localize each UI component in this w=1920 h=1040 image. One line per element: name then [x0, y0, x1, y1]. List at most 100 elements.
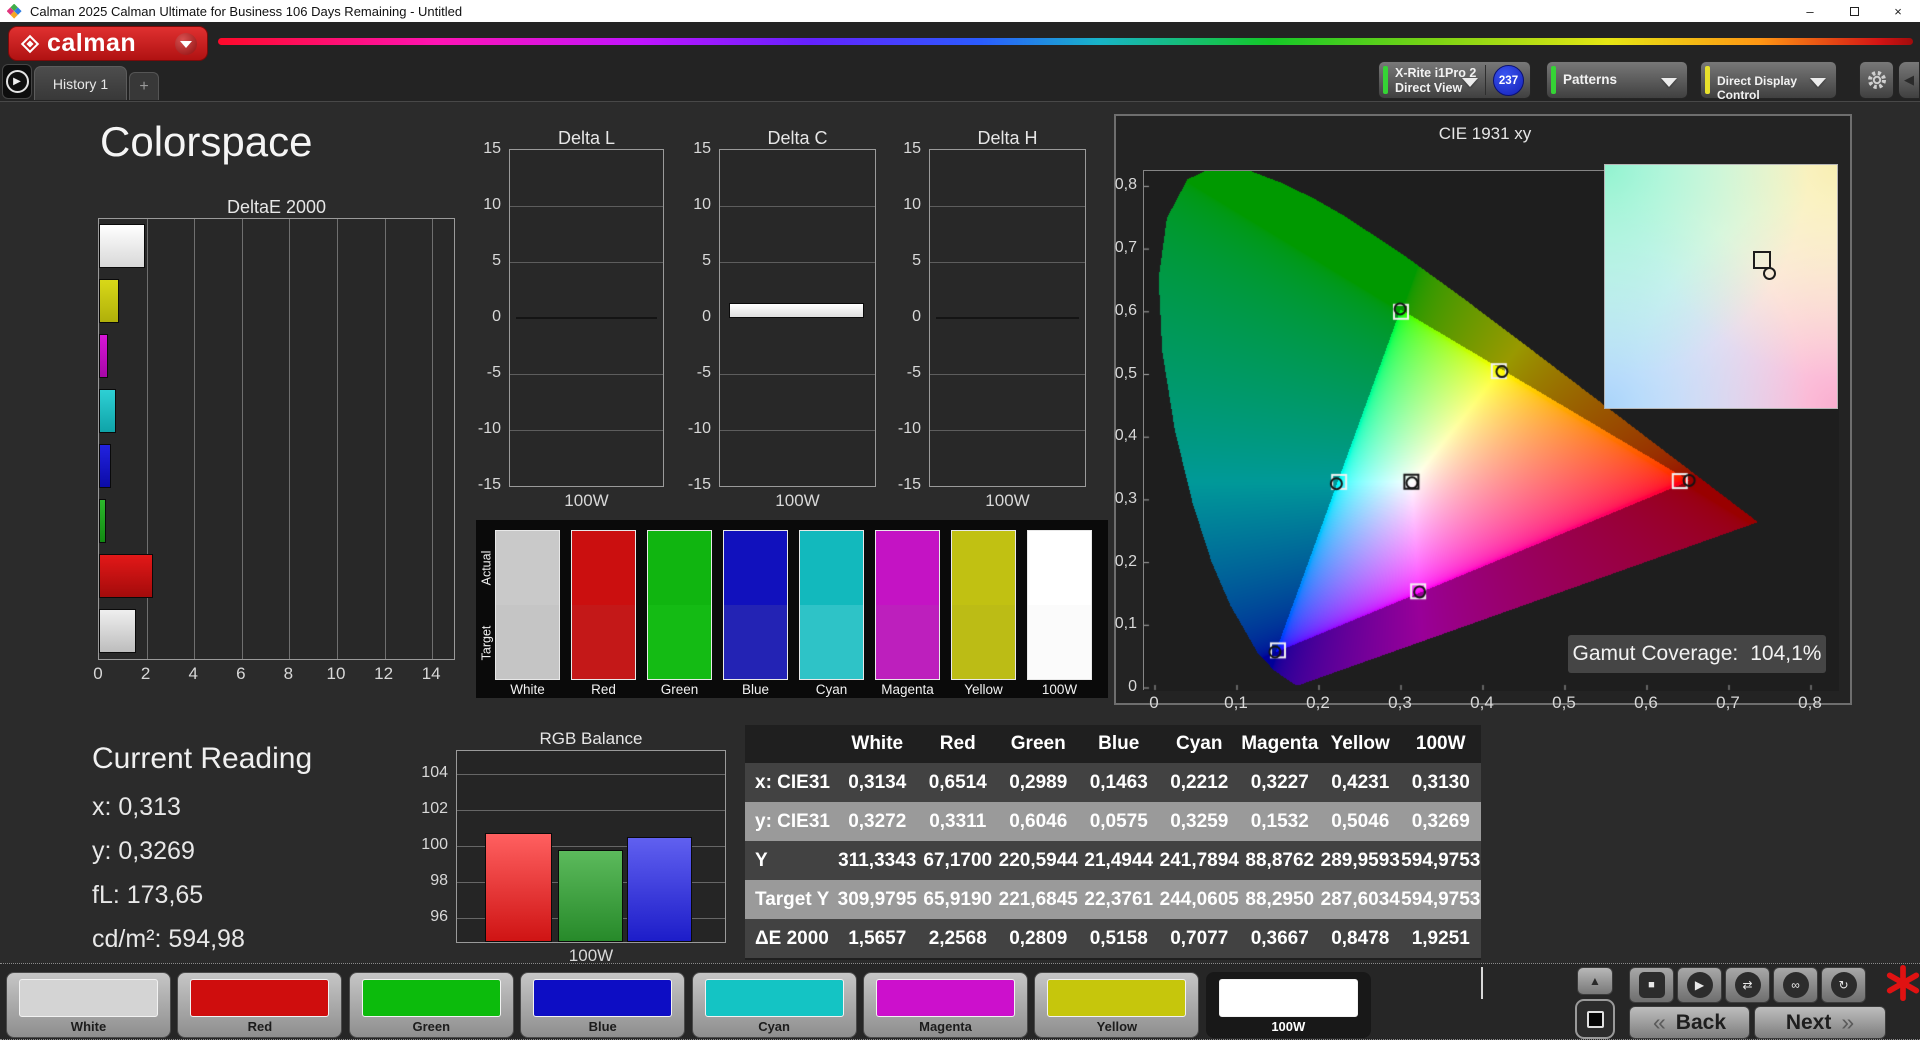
- loop-button[interactable]: ↻: [1821, 967, 1866, 1003]
- menu-caret-button[interactable]: [175, 32, 197, 55]
- row-label: y: CIE31: [755, 810, 830, 832]
- chevron-left-icon: ◀: [1904, 72, 1914, 87]
- notification-button[interactable]: [1884, 964, 1920, 1007]
- deltae-bar-yellow: [99, 279, 120, 323]
- table-value-cell: 88,2950: [1245, 888, 1315, 910]
- y-tick-label: 0: [492, 308, 501, 325]
- swatch-column-label: Magenta: [881, 682, 934, 697]
- cie-y-tick-label: 0,2: [1114, 552, 1137, 570]
- table-value-cell: 0,6514: [928, 771, 987, 793]
- swatch-column-label: Green: [660, 682, 699, 697]
- pattern-patch-100w[interactable]: 100W: [1205, 972, 1371, 1038]
- gridline: [384, 219, 386, 659]
- actual-swatch: [876, 531, 939, 605]
- close-button[interactable]: ×: [1876, 0, 1920, 22]
- table-value-cell: 0,8478: [1331, 927, 1390, 949]
- deltae-bar-green: [99, 499, 106, 543]
- display-control-status-indicator: [1705, 66, 1710, 94]
- gridline: [720, 374, 875, 375]
- cie-y-tick-label: 0,8: [1114, 176, 1137, 194]
- chevron-down-icon: [1661, 78, 1677, 87]
- maximize-button[interactable]: [1832, 0, 1876, 22]
- tab-history-1[interactable]: History 1: [34, 66, 127, 100]
- gridline: [930, 374, 1085, 375]
- deltae2000-chart: [98, 218, 455, 660]
- table-row: y: CIE31 0,3272 0,3311 0,6046 0,0575 0,3259 0,…: [745, 802, 1481, 841]
- table-value-cell: 0,1532: [1250, 810, 1309, 832]
- patch-label: 100W: [1271, 1019, 1306, 1034]
- rgb-bar-green: [558, 849, 623, 942]
- column-header-white: White: [851, 733, 904, 754]
- swatch-column-label: Cyan: [815, 682, 848, 697]
- table-value-cell: 1,9251: [1411, 927, 1470, 949]
- table-value-cell: 0,4231: [1331, 771, 1390, 793]
- y-tick-label: 0: [912, 308, 921, 325]
- patterns-dropdown[interactable]: Patterns: [1546, 61, 1688, 99]
- gridline: [930, 430, 1085, 431]
- collapse-panel-button[interactable]: ◀: [1898, 61, 1920, 99]
- table-value-cell: 244,0605: [1159, 888, 1239, 910]
- y-tick-label: -10: [477, 420, 501, 437]
- divider: [1481, 967, 1483, 999]
- patch-label: Magenta: [919, 1019, 972, 1034]
- y-tick-label: 5: [702, 252, 711, 269]
- pattern-window-button[interactable]: [1575, 999, 1615, 1039]
- stop-button[interactable]: ■: [1629, 967, 1674, 1003]
- actual-swatch: [496, 531, 559, 605]
- chevron-down-icon: [1810, 78, 1826, 87]
- x-tick-label: 10: [326, 664, 346, 683]
- pattern-patch-blue[interactable]: Blue: [520, 972, 686, 1038]
- table-value-cell: 0,5158: [1089, 927, 1148, 949]
- meter-count-badge[interactable]: 237: [1493, 65, 1524, 96]
- settings-button[interactable]: [1859, 61, 1894, 99]
- step-button[interactable]: ⇄: [1725, 967, 1770, 1003]
- play-button[interactable]: ▶: [1677, 967, 1722, 1003]
- calman-app-window: Calman 2025 Calman Ultimate for Business…: [0, 0, 1920, 1040]
- pattern-patch-magenta[interactable]: Magenta: [863, 972, 1028, 1038]
- pattern-patch-yellow[interactable]: Yellow: [1034, 972, 1200, 1038]
- y-tick-label: 15: [483, 140, 501, 157]
- table-value-cell: 65,9190: [923, 888, 993, 910]
- target-swatch: [724, 605, 787, 679]
- delta-h-x-label: 100W: [985, 491, 1030, 510]
- swatch-column-blue: [723, 530, 788, 680]
- cie-x-tick-label: 0,4: [1470, 693, 1494, 712]
- pattern-patch-red[interactable]: Red: [177, 972, 343, 1038]
- calman-menu-button[interactable]: calman: [8, 26, 208, 61]
- pattern-patch-white[interactable]: White: [6, 972, 171, 1038]
- chevron-double-left-icon: «: [1653, 1009, 1666, 1035]
- meter-dropdown[interactable]: X-Rite i1Pro 2 Direct View 237: [1378, 61, 1531, 99]
- rgb-bar-blue: [627, 837, 692, 942]
- table-value-cell: 241,7894: [1159, 849, 1239, 871]
- deltae-bar-cyan: [99, 389, 116, 433]
- patch-label: Cyan: [758, 1019, 790, 1034]
- y-tick-label: 15: [903, 140, 921, 157]
- pattern-patch-cyan[interactable]: Cyan: [691, 972, 857, 1038]
- patch-label: Yellow: [1096, 1019, 1138, 1034]
- calman-diamond-icon: [7, 3, 22, 19]
- y-tick-label: -5: [906, 364, 921, 381]
- minimize-button[interactable]: –: [1788, 0, 1832, 22]
- y-tick-label: -15: [897, 476, 921, 493]
- actual-row-label: Actual: [479, 550, 493, 585]
- column-header-cyan: Cyan: [1176, 733, 1223, 754]
- tab-scroll-left-button[interactable]: ▶: [2, 64, 32, 99]
- table-value-cell: 0,2809: [1009, 927, 1068, 949]
- continuous-button[interactable]: ∞: [1773, 967, 1818, 1003]
- table-value-cell: 221,6845: [998, 888, 1078, 910]
- cie-1931-panel: CIE 1931 xy 0 0,1 0,2 0,3 0,4 0,5 0,6 0,7 0,8 0 0,…: [1114, 114, 1852, 712]
- add-tab-button[interactable]: +: [129, 72, 159, 100]
- zero-value-line: [936, 317, 1079, 319]
- pattern-patch-green[interactable]: Green: [348, 972, 514, 1038]
- y-tick-label: -5: [696, 364, 711, 381]
- panel-expand-button[interactable]: ▲: [1577, 967, 1613, 995]
- measurement-table: White Red Green Blue Cyan Magenta Yellow 100W x:…: [745, 725, 1481, 960]
- table-value-cell: 0,3311: [929, 810, 987, 832]
- x-tick-label: 14: [421, 664, 441, 683]
- table-value-cell: 594,9753: [1401, 888, 1481, 910]
- next-button[interactable]: Next »: [1754, 1006, 1886, 1039]
- display-control-dropdown[interactable]: Direct Display Control: [1700, 61, 1837, 102]
- patch-color-swatch: [876, 979, 1015, 1017]
- table-value-cell: 21,4944: [1084, 849, 1154, 871]
- back-button[interactable]: « Back: [1629, 1006, 1750, 1039]
